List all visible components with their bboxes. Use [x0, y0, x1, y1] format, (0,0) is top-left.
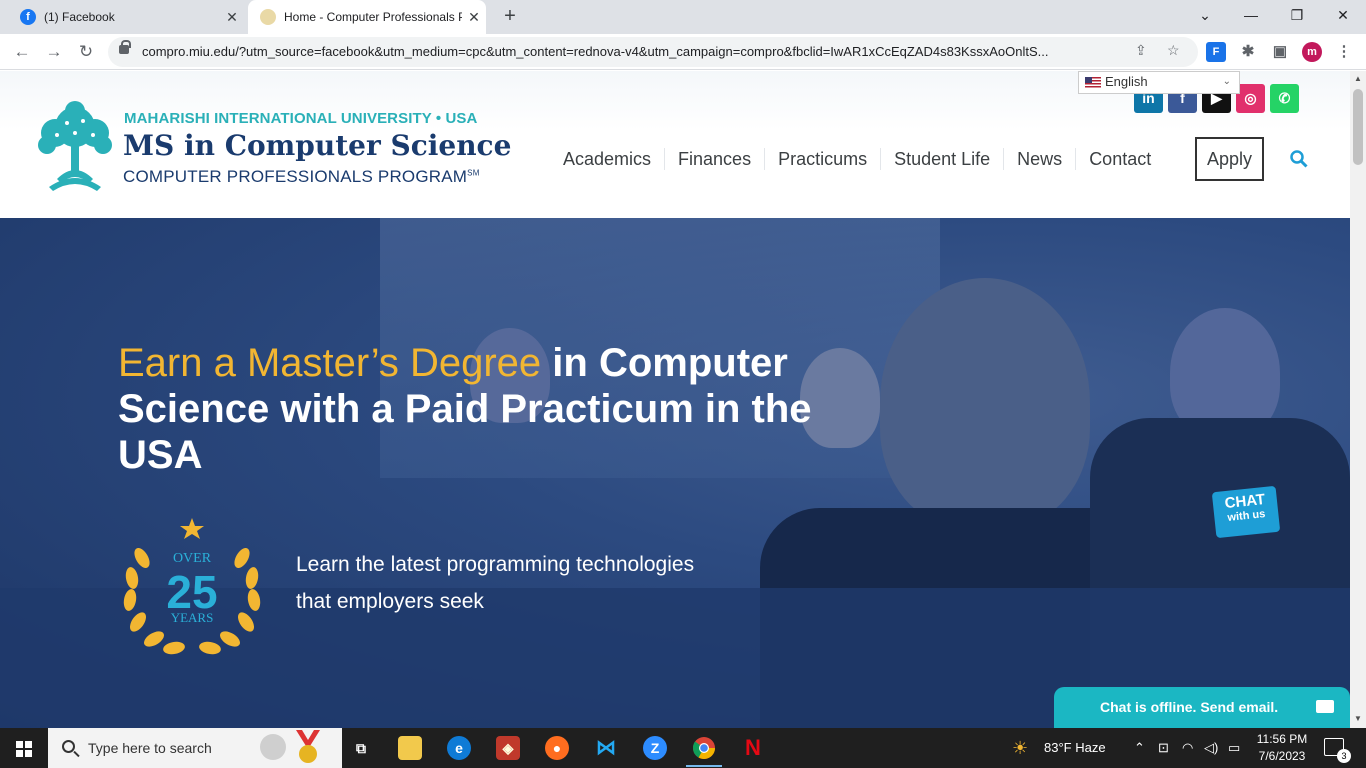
- weather-text[interactable]: 83°F Haze: [1044, 728, 1106, 768]
- battery-icon[interactable]: ▭: [1228, 728, 1240, 768]
- instagram-icon[interactable]: ◎: [1236, 84, 1265, 113]
- url-text[interactable]: compro.miu.edu/?utm_source=facebook&utm_…: [142, 44, 1127, 59]
- profile-avatar[interactable]: m: [1302, 42, 1322, 62]
- edge-icon[interactable]: e: [447, 736, 471, 760]
- address-bar[interactable]: compro.miu.edu/?utm_source=facebook&utm_…: [108, 37, 1198, 67]
- program-subtitle-text: COMPUTER PROFESSIONALS PROGRAM: [123, 167, 468, 186]
- weather-haze-icon[interactable]: ☀: [1012, 728, 1028, 768]
- firefox-icon[interactable]: ●: [545, 736, 569, 760]
- site-header: MAHARISHI INTERNATIONAL UNIVERSITY • USA…: [0, 71, 1350, 218]
- extension-icon[interactable]: F: [1206, 42, 1226, 62]
- volume-icon[interactable]: ◁): [1204, 728, 1218, 768]
- search-icon: [62, 740, 75, 753]
- whatsapp-icon[interactable]: ✆: [1270, 84, 1299, 113]
- scroll-up-icon[interactable]: ▲: [1353, 74, 1363, 83]
- forward-icon[interactable]: →: [42, 40, 66, 64]
- close-window-button[interactable]: ✕: [1320, 0, 1366, 30]
- compro-favicon-icon: [260, 9, 276, 25]
- page-scrollbar[interactable]: ▲ ▼: [1350, 71, 1366, 728]
- bookmark-star-icon[interactable]: ☆: [1167, 42, 1180, 59]
- taskbar-search[interactable]: Type here to search: [48, 728, 342, 768]
- university-name: MAHARISHI INTERNATIONAL UNIVERSITY • USA: [124, 110, 478, 127]
- hero-subtitle: Learn the latest programming technologie…: [296, 553, 695, 613]
- nav-finances[interactable]: Finances: [664, 148, 764, 170]
- program-subtitle: COMPUTER PROFESSIONALS PROGRAMSM: [123, 167, 480, 187]
- nav-practicums[interactable]: Practicums: [764, 148, 880, 170]
- nav-student-life[interactable]: Student Life: [880, 148, 1003, 170]
- share-icon[interactable]: ⇪: [1135, 42, 1147, 59]
- extensions-puzzle-icon[interactable]: ✱: [1238, 42, 1258, 62]
- chat-badge-line2: with us: [1226, 508, 1266, 524]
- wifi-icon[interactable]: ◠: [1182, 728, 1193, 768]
- chat-with-us-badge[interactable]: CHAT with us: [1211, 485, 1281, 539]
- clock-time: 11:56 PM: [1256, 732, 1308, 746]
- us-flag-icon: [1085, 77, 1101, 88]
- notification-center-icon[interactable]: 3: [1324, 738, 1351, 763]
- address-toolbar: ← → ↻ compro.miu.edu/?utm_source=faceboo…: [0, 34, 1366, 70]
- nav-news[interactable]: News: [1003, 148, 1075, 170]
- app-icon[interactable]: ◈: [496, 736, 520, 760]
- laurel-badge-icon: OVER 25 YEARS: [123, 518, 261, 655]
- meet-now-icon[interactable]: ⊡: [1158, 728, 1169, 768]
- language-select[interactable]: English ⌄: [1078, 71, 1240, 94]
- search-icon[interactable]: [1290, 150, 1308, 168]
- chevron-down-icon: ⌄: [1222, 76, 1231, 87]
- windows-start-icon[interactable]: [16, 741, 32, 757]
- menu-kebab-icon[interactable]: ⋮: [1334, 42, 1354, 62]
- chrome-icon[interactable]: [692, 736, 716, 760]
- tab-search-icon[interactable]: ⌄: [1182, 0, 1228, 30]
- minimize-button[interactable]: —: [1228, 0, 1274, 30]
- active-app-indicator: [686, 765, 722, 767]
- clock[interactable]: 11:56 PM 7/6/2023: [1246, 731, 1318, 765]
- hero-headline-highlight: Earn a Master’s Degree: [118, 341, 542, 385]
- back-icon[interactable]: ←: [10, 40, 34, 64]
- tab-title: Home - Computer Professionals P: [284, 10, 462, 24]
- scrollbar-thumb[interactable]: [1353, 89, 1363, 165]
- language-label: English: [1105, 74, 1148, 89]
- netflix-icon[interactable]: N: [741, 736, 765, 760]
- notification-count: 3: [1337, 749, 1351, 763]
- restore-button[interactable]: ❐: [1274, 0, 1320, 30]
- tab-title: (1) Facebook: [44, 10, 115, 24]
- vscode-icon[interactable]: ⋈: [594, 736, 618, 760]
- tree-logo-icon[interactable]: [27, 99, 123, 195]
- service-mark: SM: [467, 168, 480, 178]
- clock-date: 7/6/2023: [1258, 749, 1306, 763]
- tab-compro[interactable]: Home - Computer Professionals P ✕: [248, 0, 486, 34]
- close-tab-icon[interactable]: ✕: [462, 9, 486, 26]
- zoom-icon[interactable]: Z: [643, 736, 667, 760]
- file-explorer-icon[interactable]: [398, 736, 422, 760]
- tray-overflow-chevron-icon[interactable]: ⌃: [1134, 728, 1145, 768]
- taskbar-search-placeholder: Type here to search: [88, 740, 212, 756]
- hero-banner: Earn a Master’s Degree in Computer Scien…: [0, 218, 1350, 728]
- new-tab-button[interactable]: +: [498, 5, 522, 29]
- side-panel-icon[interactable]: ▣: [1270, 42, 1290, 62]
- facebook-favicon-icon: f: [20, 9, 36, 25]
- main-nav: Academics Finances Practicums Student Li…: [550, 137, 1164, 181]
- badge-over: OVER: [173, 551, 212, 566]
- scroll-down-icon[interactable]: ▼: [1353, 714, 1363, 723]
- hero-headline: Earn a Master’s Degree in Computer Scien…: [118, 340, 838, 478]
- task-view-icon[interactable]: ⧉: [349, 736, 373, 760]
- search-highlight-medal-icon: [296, 730, 320, 763]
- close-tab-icon[interactable]: ✕: [220, 9, 244, 26]
- program-title[interactable]: MS in Computer Science: [123, 129, 511, 162]
- page-viewport: MAHARISHI INTERNATIONAL UNIVERSITY • USA…: [0, 71, 1350, 728]
- nav-contact[interactable]: Contact: [1075, 148, 1164, 170]
- tab-strip: f (1) Facebook ✕ Home - Computer Profess…: [0, 0, 1366, 34]
- chat-offline-bar[interactable]: Chat is offline. Send email.: [1054, 687, 1350, 728]
- envelope-icon: [1316, 700, 1334, 713]
- apply-button[interactable]: Apply: [1195, 137, 1264, 181]
- chat-offline-text: Chat is offline. Send email.: [1100, 699, 1279, 715]
- tab-facebook[interactable]: f (1) Facebook ✕: [8, 0, 244, 34]
- badge-years: YEARS: [171, 610, 214, 625]
- nav-academics[interactable]: Academics: [550, 148, 664, 170]
- search-highlight-ball-icon: [260, 734, 286, 760]
- hero-photo-person: [880, 278, 1090, 528]
- reload-icon[interactable]: ↻: [74, 40, 98, 64]
- lock-icon: [119, 40, 131, 54]
- windows-taskbar: Type here to search ⧉ e ◈ ● ⋈ Z N ☀ 83°F…: [0, 728, 1366, 768]
